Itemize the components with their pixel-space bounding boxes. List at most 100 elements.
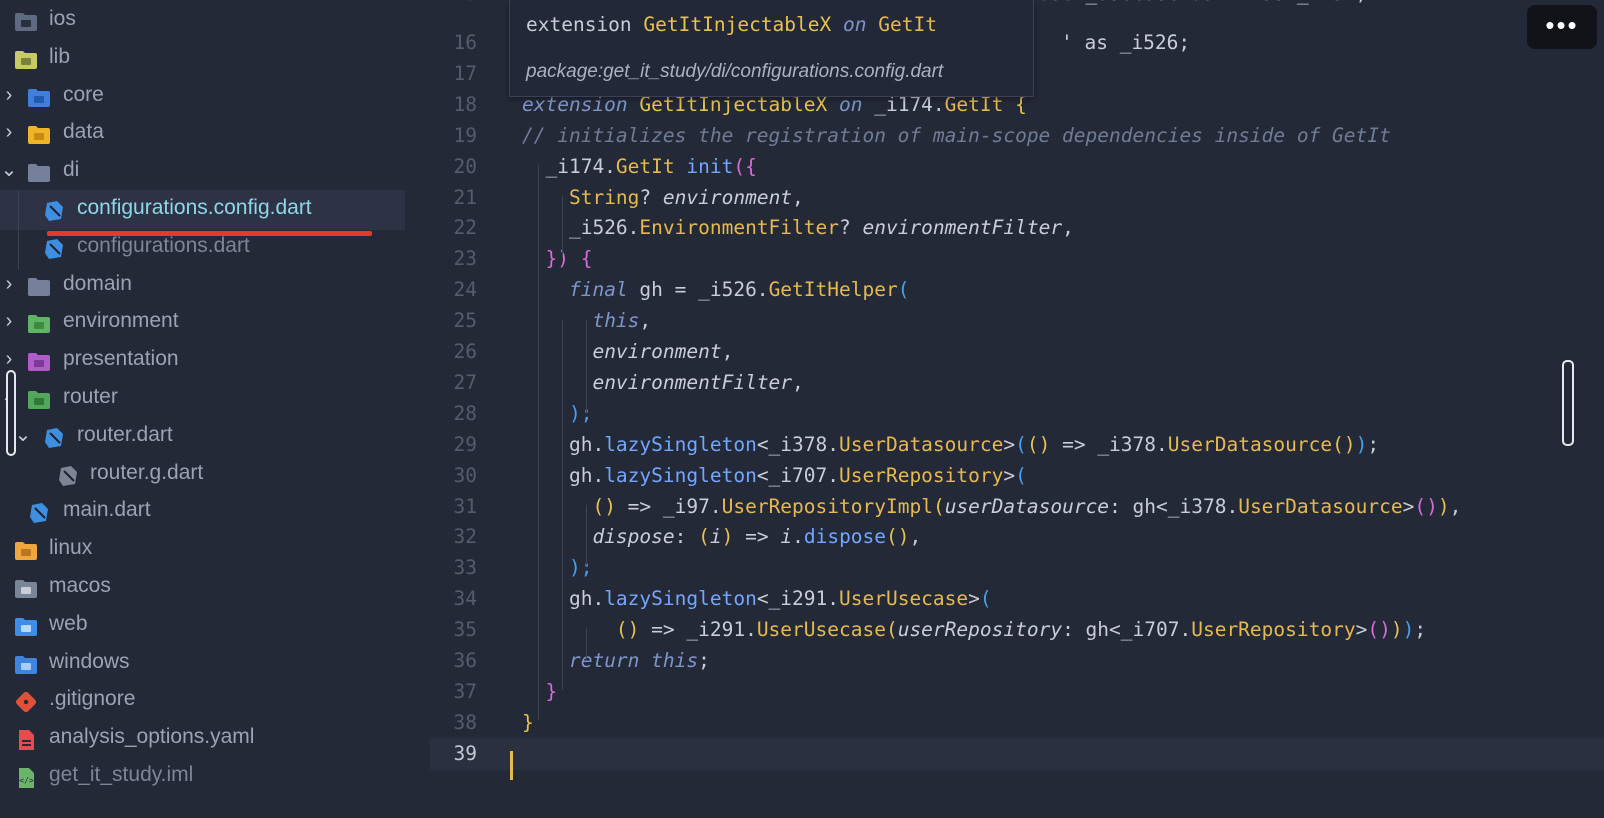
code-token: ( (897, 278, 910, 302)
core-folder-icon (27, 84, 51, 107)
code-line-20[interactable]: 20 _i174.GetIt init({ (430, 151, 1604, 183)
chevron-right-icon[interactable]: › (0, 76, 18, 114)
line-number: 29 (453, 432, 477, 456)
code-line-35[interactable]: 35 () => _i291.UserUsecase(userRepositor… (430, 614, 1604, 646)
tree-item-domain[interactable]: › domain (0, 265, 430, 303)
code-line-38[interactable]: 38} (430, 707, 1604, 739)
code-line-37[interactable]: 37 } (430, 676, 1604, 708)
line-number: 37 (453, 679, 477, 703)
code-token: ( (698, 525, 710, 549)
tree-item-gitignore[interactable]: .gitignore (0, 680, 430, 718)
code-token: gh. (522, 432, 605, 456)
dart-file-icon (27, 499, 51, 524)
tree-item-web[interactable]: web (0, 605, 430, 643)
code-editor[interactable]: 15import 'package:get_it_study/domain/us… (430, 0, 1604, 818)
chevron-right-icon[interactable]: › (0, 113, 18, 151)
code-line-21[interactable]: 21 String? environment, (430, 182, 1604, 214)
tree-item-label: router.dart (77, 422, 173, 446)
line-number: 30 (453, 463, 477, 487)
ios-folder-icon (14, 8, 38, 31)
code-token: ( (1015, 463, 1027, 487)
tree-item-ios[interactable]: ios (0, 0, 430, 38)
tree-item-label: router (63, 385, 118, 408)
code-line-34[interactable]: 34 gh.lazySingleton<_i291.UserUsecase>( (430, 583, 1604, 615)
code-token: UserRepository (839, 463, 1004, 487)
tree-item-router[interactable]: ⌄router (0, 378, 430, 416)
tree-item-linux[interactable]: linux (0, 529, 430, 567)
code-line-24[interactable]: 24 final gh = _i526.GetItHelper( (430, 274, 1604, 306)
code-line-31[interactable]: 31 () => _i97.UserRepositoryImpl(userDat… (430, 491, 1604, 523)
code-token: init (686, 154, 734, 178)
code-line-23[interactable]: 23 }) { (430, 243, 1604, 275)
tree-item-router-dart[interactable]: ⌄ router.dart (0, 416, 430, 454)
code-line-25[interactable]: 25 this, (430, 305, 1604, 337)
code-token: return (568, 649, 640, 672)
code-token: this (592, 309, 640, 333)
code-token: , (909, 525, 922, 549)
code-line-33[interactable]: 33 ); (430, 552, 1604, 584)
code-text: dispose: (i) => i.dispose(), (522, 521, 921, 553)
chevron-down-icon[interactable]: ⌄ (0, 151, 18, 189)
code-line-27[interactable]: 27 environmentFilter, (430, 367, 1604, 399)
code-line-19[interactable]: 19 // initializes the registration of mai… (430, 120, 1604, 152)
code-token: environmentFilter (592, 370, 793, 394)
code-token: i (780, 525, 793, 549)
text-cursor (510, 751, 513, 780)
lib-folder-open-icon (14, 46, 38, 69)
code-line-22[interactable]: 22 _i526.EnvironmentFilter? environmentF… (430, 212, 1604, 244)
tree-item-presentation[interactable]: › presentation (0, 340, 430, 378)
tree-item-macos[interactable]: macos (0, 567, 430, 605)
chevron-right-icon[interactable]: › (0, 302, 18, 340)
tree-item-analysis-options-yaml[interactable]: analysis_options.yaml (0, 718, 430, 756)
line-number: 25 (453, 309, 477, 333)
tree-item-data[interactable]: › data (0, 113, 430, 151)
code-token: ? (839, 216, 863, 240)
code-line-28[interactable]: 28 ); (430, 398, 1604, 430)
windows-folder-icon (14, 651, 38, 674)
editor-scroll-handle[interactable] (1562, 360, 1574, 446)
code-line-29[interactable]: 29 gh.lazySingleton<_i378.UserDatasource… (430, 429, 1604, 461)
tree-item-lib[interactable]: lib (0, 38, 430, 76)
code-token: } (522, 679, 558, 703)
code-token: UserDatasource (1167, 432, 1333, 456)
tree-item-get-it-study-iml[interactable]: </> get_it_study.iml (0, 756, 430, 794)
tree-item-core[interactable]: › core (0, 76, 430, 114)
tree-item-label: macos (49, 574, 111, 597)
code-token: () (1367, 618, 1391, 642)
tree-item-environment[interactable]: › environment (0, 302, 430, 340)
more-actions-button[interactable]: ••• (1527, 5, 1597, 49)
code-line-39[interactable]: 39 (430, 737, 1604, 770)
chevron-down-icon[interactable]: ⌄ (14, 416, 32, 454)
code-token: ) (1390, 618, 1403, 642)
code-token: ) (721, 525, 734, 549)
tree-item-label: .gitignore (49, 687, 136, 711)
code-line-30[interactable]: 30 gh.lazySingleton<_i707.UserRepository… (430, 460, 1604, 492)
line-number: 28 (453, 401, 477, 425)
code-text: () => _i97.UserRepositoryImpl(userDataso… (522, 491, 1461, 523)
tree-item-main-dart[interactable]: main.dart (0, 491, 430, 529)
tree-item-di[interactable]: ⌄ di (0, 151, 430, 189)
tooltip-signature: extension GetItInjectableX on GetIt (526, 13, 937, 36)
tree-item-configurations-config-dart[interactable]: configurations.config.dart (0, 189, 430, 227)
line-number: 39 (453, 741, 477, 765)
code-line-26[interactable]: 26 environment, (430, 336, 1604, 368)
code-text: }) { (522, 243, 592, 275)
chevron-right-icon[interactable]: › (0, 265, 18, 303)
code-token: ; (698, 649, 710, 672)
code-line-36[interactable]: 36 return this; (430, 645, 1604, 677)
code-token: environment (592, 340, 722, 363)
code-token: dispose (803, 525, 887, 549)
code-line-32[interactable]: 32 dispose: (i) => i.dispose(), (430, 521, 1604, 553)
code-text: ); (522, 552, 593, 584)
file-explorer: ios lib › core › data ⌄ di configurations.config… (0, 0, 430, 818)
tree-item-router-g-dart[interactable]: router.g.dart (0, 454, 430, 492)
tree-item-windows[interactable]: windows (0, 643, 430, 681)
indent-guide (538, 165, 539, 720)
sidebar-resize-handle[interactable] (6, 370, 16, 456)
code-token: ); (522, 556, 593, 580)
tree-item-label: get_it_study.iml (49, 763, 194, 786)
code-token: UserDatasource (839, 432, 1004, 456)
tree-item-label: domain (63, 271, 132, 295)
code-token: > (1402, 494, 1415, 518)
